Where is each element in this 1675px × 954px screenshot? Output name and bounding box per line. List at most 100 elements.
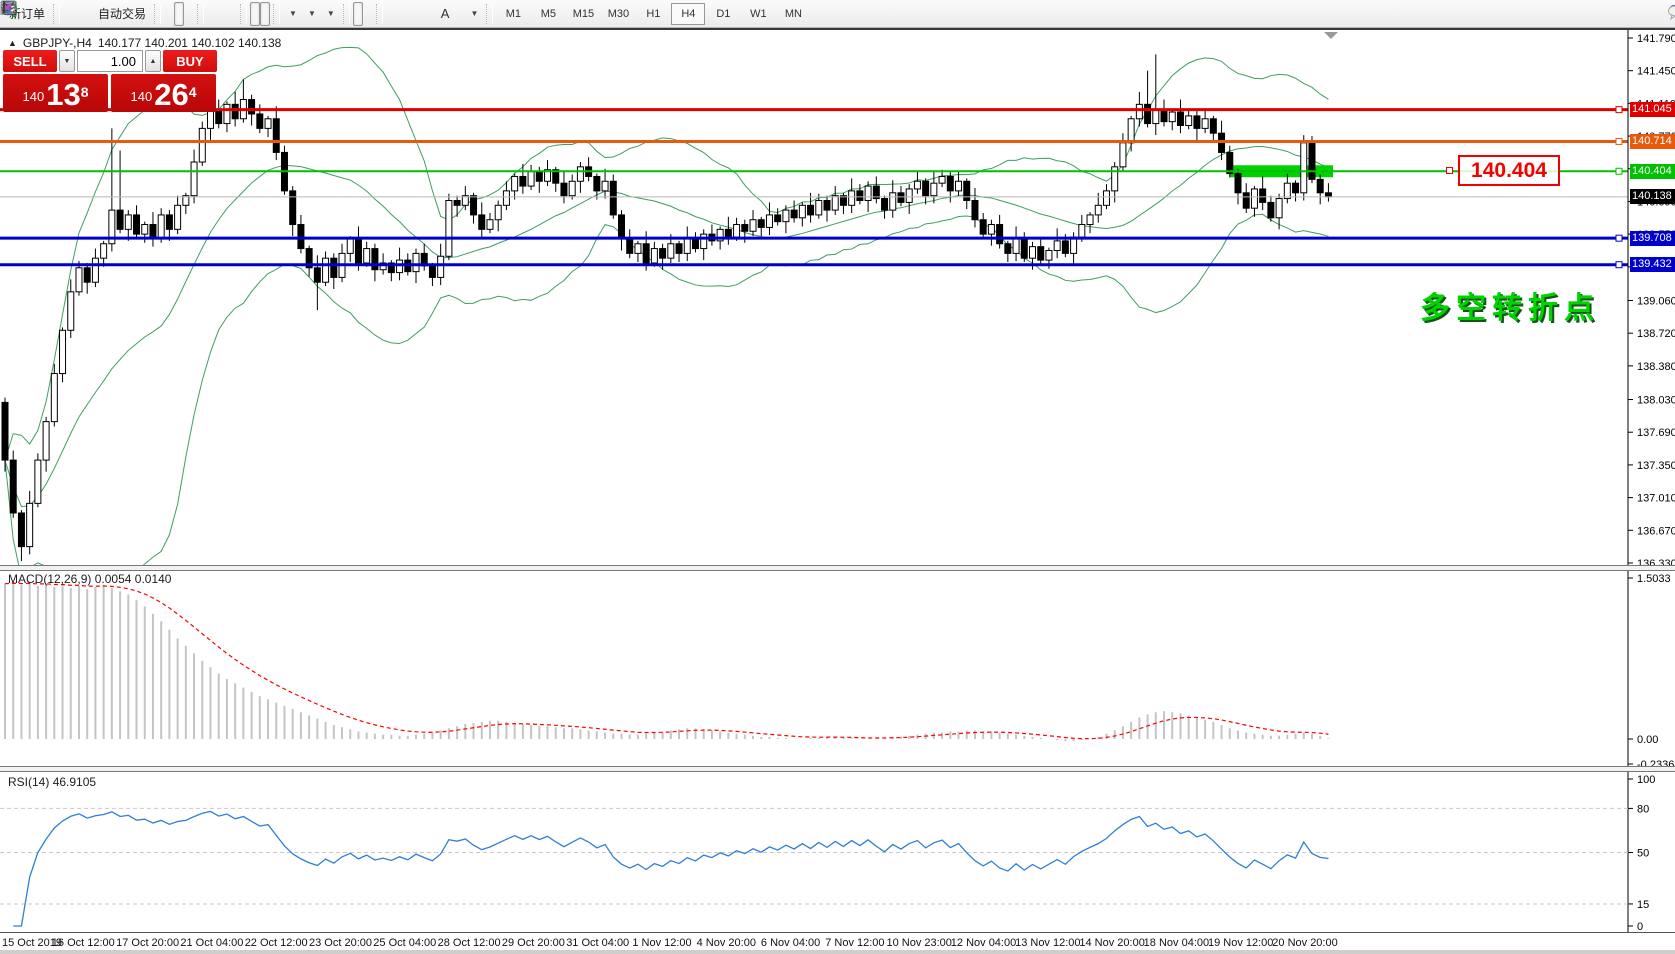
time-axis-label: 25 Oct 04:00 bbox=[373, 937, 436, 949]
time-axis-label: 28 Oct 12:00 bbox=[438, 937, 501, 949]
line-handle[interactable] bbox=[1616, 235, 1622, 241]
templates-button[interactable]: ▼ bbox=[321, 2, 340, 26]
crosshair-button[interactable] bbox=[363, 2, 373, 26]
line-handle[interactable] bbox=[1616, 107, 1622, 113]
buy-price-main: 26 bbox=[154, 80, 188, 110]
fibonacci-button[interactable]: F bbox=[426, 2, 436, 26]
macd-histogram bbox=[5, 582, 1328, 742]
line-handle[interactable] bbox=[1616, 138, 1622, 144]
timeframe-group: M1M5M15M30H1H4D1W1MN bbox=[496, 3, 810, 25]
bar-chart-button[interactable] bbox=[164, 2, 174, 26]
callout-anchor-handle[interactable] bbox=[1446, 167, 1453, 174]
rsi-name: RSI(14) bbox=[8, 775, 49, 789]
time-axis-label: 22 Oct 12:00 bbox=[245, 937, 308, 949]
indicators-button[interactable]: ▼ bbox=[283, 2, 302, 26]
svg-text:136.670: 136.670 bbox=[1637, 525, 1675, 537]
volume-increase-button[interactable]: ▲ bbox=[145, 50, 161, 72]
text-button[interactable]: A bbox=[436, 2, 455, 26]
volume-input[interactable]: 1.00 bbox=[77, 50, 143, 72]
timeframe-button-m5[interactable]: M5 bbox=[531, 3, 565, 25]
macd-value-signal: 0.0140 bbox=[135, 572, 172, 586]
volume-decrease-button[interactable]: ▼ bbox=[59, 50, 75, 72]
svg-text:100: 100 bbox=[1637, 774, 1655, 786]
svg-text:80: 80 bbox=[1637, 803, 1649, 815]
horizontal-line-button[interactable] bbox=[396, 2, 406, 26]
arrows-button[interactable]: ▼ bbox=[464, 2, 483, 26]
timeframe-button-h1[interactable]: H1 bbox=[636, 3, 670, 25]
time-axis-label: 14 Nov 20:00 bbox=[1079, 937, 1144, 949]
line-handle[interactable] bbox=[1616, 168, 1622, 174]
equidistant-channel-button[interactable]: E bbox=[416, 2, 426, 26]
panel-splitter[interactable] bbox=[0, 766, 1675, 772]
toolbar: 新订单 bbox=[0, 0, 1675, 28]
time-axis-label: 16 Oct 12:00 bbox=[52, 937, 115, 949]
dropdown-caret: ▼ bbox=[308, 9, 316, 18]
buy-price-box[interactable]: 140 26 4 bbox=[111, 74, 216, 112]
price-callout-box[interactable]: 140.404 bbox=[1458, 155, 1560, 186]
text-label-button[interactable]: T bbox=[454, 2, 464, 26]
periods-button[interactable]: ▼ bbox=[302, 2, 321, 26]
svg-text:50: 50 bbox=[1637, 848, 1649, 860]
macd-signal-line bbox=[5, 583, 1328, 738]
timeframe-button-w1[interactable]: W1 bbox=[741, 3, 775, 25]
axis-price-label: 139.708 bbox=[1630, 231, 1675, 246]
time-axis-label: 6 Nov 04:00 bbox=[761, 937, 820, 949]
autotrading-button[interactable]: 自动交易 bbox=[93, 2, 151, 26]
toolbar-separator bbox=[273, 4, 280, 24]
time-axis-label: 29 Oct 20:00 bbox=[502, 937, 565, 949]
one-click-trading-panel: SELL ▼ 1.00 ▲ BUY 140 13 8 140 26 4 bbox=[3, 50, 217, 112]
time-axis-label: 18 Nov 04:00 bbox=[1144, 937, 1209, 949]
macd-value-main: 0.0054 bbox=[95, 572, 132, 586]
chart-canvas[interactable]: 141.790141.450141.110140.770140.430140.0… bbox=[0, 28, 1675, 954]
time-axis-label: 31 Oct 04:00 bbox=[566, 937, 629, 949]
chart-shift-marker[interactable] bbox=[1324, 32, 1338, 39]
trendline-button[interactable] bbox=[406, 2, 416, 26]
toolbar-separator bbox=[154, 4, 161, 24]
tile-windows-button[interactable] bbox=[227, 2, 237, 26]
time-axis-label: 12 Nov 04:00 bbox=[951, 937, 1016, 949]
svg-text:138.720: 138.720 bbox=[1637, 328, 1675, 340]
svg-text:138.030: 138.030 bbox=[1637, 395, 1675, 407]
navigator-button[interactable] bbox=[73, 2, 83, 26]
time-axis-label: 10 Nov 23:00 bbox=[886, 937, 951, 949]
time-axis-label: 13 Nov 12:00 bbox=[1015, 937, 1080, 949]
vertical-line-button[interactable] bbox=[386, 2, 396, 26]
svg-text:0: 0 bbox=[1637, 921, 1643, 933]
timeframe-button-mn[interactable]: MN bbox=[776, 3, 810, 25]
timeframe-button-m1[interactable]: M1 bbox=[496, 3, 530, 25]
timeframe-button-m15[interactable]: M15 bbox=[566, 3, 600, 25]
sell-price-box[interactable]: 140 13 8 bbox=[3, 74, 108, 112]
time-axis-label: 7 Nov 12:00 bbox=[825, 937, 884, 949]
sell-price-main: 13 bbox=[46, 80, 80, 110]
panel-splitter[interactable] bbox=[0, 565, 1675, 571]
time-axis-label: 20 Nov 20:00 bbox=[1272, 937, 1337, 949]
time-axis-label: 21 Oct 04:00 bbox=[180, 937, 243, 949]
signals-button[interactable] bbox=[83, 2, 93, 26]
cursor-button[interactable] bbox=[353, 2, 363, 26]
chart-shift-button[interactable] bbox=[260, 2, 270, 26]
autotrading-label: 自动交易 bbox=[98, 5, 146, 22]
candlestick-chart-button[interactable] bbox=[174, 2, 184, 26]
buy-button[interactable]: BUY bbox=[163, 50, 217, 72]
timeframe-button-d1[interactable]: D1 bbox=[706, 3, 740, 25]
collapse-panel-toggle[interactable]: ▲ bbox=[8, 38, 17, 48]
market-watch-button[interactable] bbox=[63, 2, 73, 26]
buy-price-pip: 4 bbox=[189, 74, 197, 110]
sell-button[interactable]: SELL bbox=[3, 50, 57, 72]
auto-scroll-button[interactable] bbox=[250, 2, 260, 26]
timeframe-button-h4[interactable]: H4 bbox=[671, 3, 705, 25]
zoom-in-button[interactable] bbox=[207, 2, 217, 26]
time-axis-label: 19 Nov 12:00 bbox=[1208, 937, 1273, 949]
chat-icon[interactable] bbox=[1667, 3, 1675, 21]
timeframe-button-m30[interactable]: M30 bbox=[601, 3, 635, 25]
rsi-value: 46.9105 bbox=[53, 775, 96, 789]
dropdown-caret: ▼ bbox=[327, 9, 335, 18]
zoom-out-button[interactable] bbox=[217, 2, 227, 26]
svg-text:1.5033: 1.5033 bbox=[1637, 573, 1671, 585]
line-handle[interactable] bbox=[1616, 262, 1622, 268]
line-chart-button[interactable] bbox=[184, 2, 194, 26]
turning-point-annotation[interactable]: 多空转折点 bbox=[1420, 283, 1600, 327]
candles-layer bbox=[2, 54, 1331, 561]
axis-price-label: 140.714 bbox=[1630, 134, 1675, 149]
axis-price-label: 140.138 bbox=[1630, 189, 1675, 204]
